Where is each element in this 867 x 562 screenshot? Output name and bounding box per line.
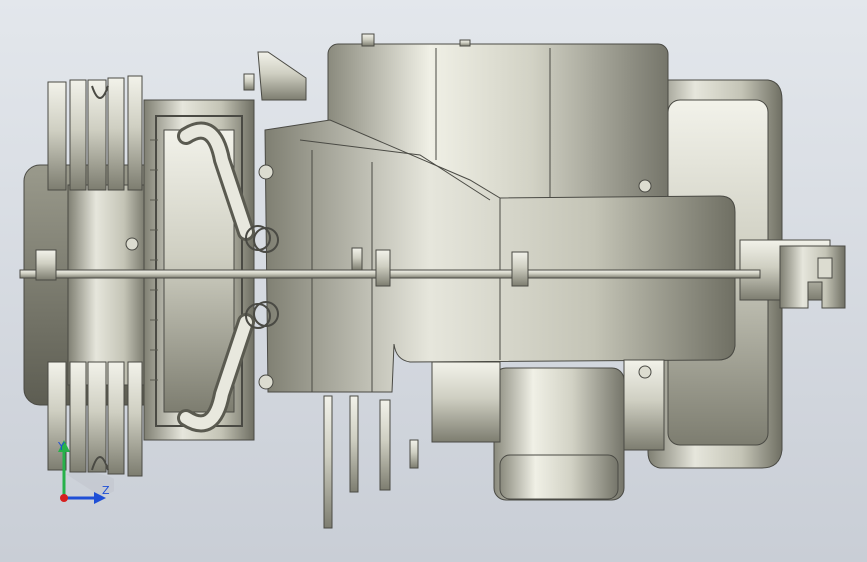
axis-x-dot [60, 494, 68, 502]
triad-axes [58, 440, 119, 504]
coordinate-triad: Y Z [44, 438, 119, 510]
top-bracket [257, 51, 307, 101]
axis-z-label: Z [102, 484, 110, 497]
cad-3d-viewport[interactable]: Y Z [0, 0, 867, 562]
axis-y-label: Y [58, 440, 65, 453]
assembly-model[interactable] [0, 0, 867, 562]
bottom-pin-2 [349, 395, 359, 493]
bottom-pin-1 [323, 395, 333, 529]
